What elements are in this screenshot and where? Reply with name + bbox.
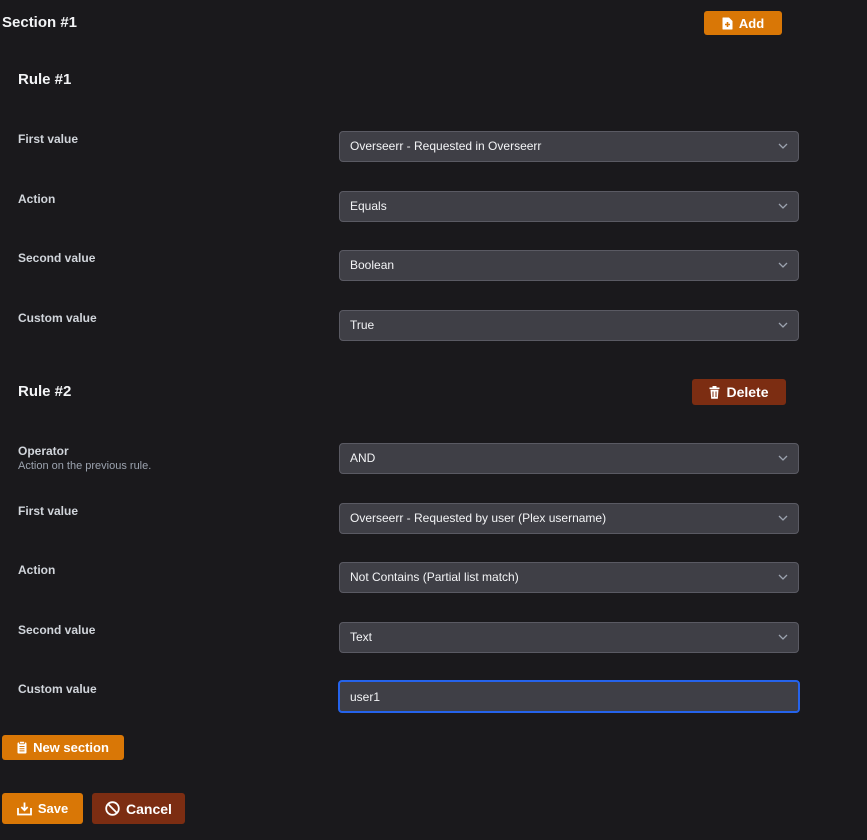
add-file-icon	[722, 17, 733, 29]
chevron-down-icon	[778, 262, 788, 268]
rule-2-operator-select[interactable]: AND	[339, 443, 799, 474]
rule-1-second-value-label: Second value	[18, 251, 96, 265]
rule-2-action-select[interactable]: Not Contains (Partial list match)	[339, 562, 799, 593]
select-value: True	[350, 318, 375, 332]
select-value: Not Contains (Partial list match)	[350, 570, 519, 584]
rule-1-custom-value-select[interactable]: True	[339, 310, 799, 341]
rule-1-action-label: Action	[18, 192, 56, 206]
select-value: Overseerr - Requested by user (Plex user…	[350, 511, 607, 525]
rule-2-action-label: Action	[18, 563, 56, 577]
cancel-label: Cancel	[126, 800, 172, 817]
chevron-down-icon	[778, 515, 788, 521]
rule-2-operator-hint: Action on the previous rule.	[18, 460, 152, 472]
rule-2-custom-value-label: Custom value	[18, 682, 97, 696]
save-label: Save	[37, 801, 69, 816]
rule-1-second-value-select[interactable]: Boolean	[339, 250, 799, 281]
rule-2-first-value-select[interactable]: Overseerr - Requested by user (Plex user…	[339, 503, 799, 534]
delete-button-label: Delete	[726, 384, 769, 400]
select-value: Text	[350, 630, 373, 644]
chevron-down-icon	[778, 455, 788, 461]
select-value: Equals	[350, 199, 387, 213]
chevron-down-icon	[778, 203, 788, 209]
rule-2-title: Rule #2	[18, 383, 72, 400]
delete-rule-button[interactable]: Delete	[692, 379, 786, 405]
clipboard-icon	[17, 741, 27, 754]
rule-2-second-value-label: Second value	[18, 623, 96, 637]
cancel-button[interactable]: Cancel	[92, 793, 185, 824]
new-section-label: New section	[33, 740, 109, 755]
chevron-down-icon	[778, 634, 788, 640]
rule-2-first-value-label: First value	[18, 504, 79, 518]
rule-1-action-select[interactable]: Equals	[339, 191, 799, 222]
add-rule-button[interactable]: Add	[704, 11, 782, 35]
rule-1-first-value-select[interactable]: Overseerr - Requested in Overseerr	[339, 131, 799, 162]
select-value: Overseerr - Requested in Overseerr	[350, 139, 542, 153]
select-value: Boolean	[350, 258, 395, 272]
save-button[interactable]: Save	[2, 793, 83, 824]
select-value: AND	[350, 451, 376, 465]
rule-1-title: Rule #1	[18, 71, 72, 88]
ban-icon	[105, 801, 120, 816]
rule-1-first-value-label: First value	[18, 132, 79, 146]
chevron-down-icon	[778, 322, 788, 328]
new-section-button[interactable]: New section	[2, 735, 124, 760]
chevron-down-icon	[778, 574, 788, 580]
trash-icon	[709, 385, 720, 399]
chevron-down-icon	[778, 143, 788, 149]
add-button-label: Add	[738, 15, 765, 31]
rule-1-custom-value-label: Custom value	[18, 311, 97, 325]
rule-2-operator-label: Operator	[18, 444, 69, 458]
rule-2-second-value-select[interactable]: Text	[339, 622, 799, 653]
rule-2-custom-value-input[interactable]	[338, 680, 800, 713]
section-title: Section #1	[2, 14, 78, 31]
save-download-icon	[16, 802, 32, 815]
